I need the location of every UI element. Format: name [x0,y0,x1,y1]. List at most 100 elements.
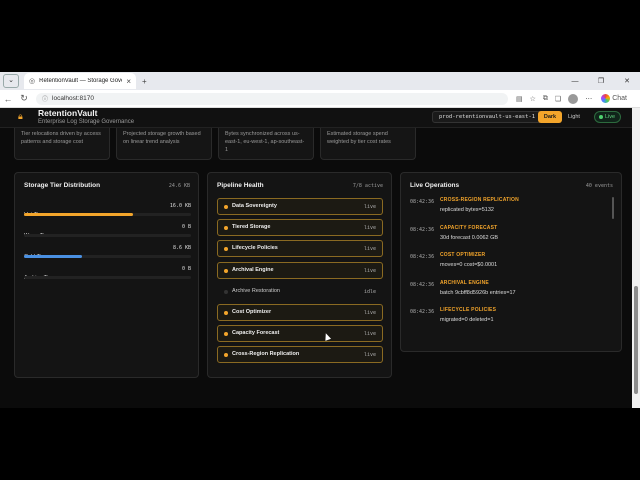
card-title: Storage Tier Distribution [24,182,101,189]
copilot-icon [601,94,611,103]
operation-source: CAPACITY FORECAST [440,224,498,231]
pipeline-item[interactable]: Cross-Region Replication live [217,346,383,364]
window-controls: — ❐ ✕ [562,72,640,90]
favorite-icon[interactable]: ☆ [530,95,536,103]
tier-row: Hot Tier16.0 KB [24,203,191,221]
pipeline-name: Archival Engine [232,266,274,273]
url-text: localhost:8170 [52,95,94,102]
extensions-icon[interactable]: ⧉ [543,95,548,103]
tab-actions-button[interactable]: ⌄ [3,74,19,88]
operation-detail: replicated bytes=5132 [440,207,494,213]
tab-bar: ⌄ ◎ RetentionVault — Storage Governa × +… [0,72,640,90]
pipeline-status: live [363,331,376,338]
back-icon[interactable]: ← [0,94,16,104]
operation-detail: moves=0 cost=$0.0001 [440,262,498,268]
browser-tab[interactable]: ◎ RetentionVault — Storage Governa × [24,73,136,89]
pipeline-health-card: Pipeline Health 7/8 active Data Sovereig… [207,172,392,378]
page-scrollbar[interactable] [632,108,640,408]
card-title: Live Operations [410,182,460,189]
operation-detail: migrated=0 deleted=1 [440,317,494,323]
tier-size: 0 B [181,224,191,230]
pipeline-status: live [363,246,376,253]
pipeline-summary: 7/8 active [352,183,383,189]
pipeline-name: Data Sovereignty [232,203,277,209]
pipeline-status: live [363,310,376,316]
url-field[interactable]: ⓘ localhost:8170 [36,92,508,105]
site-info-icon[interactable]: ⓘ [42,94,48,103]
pipeline-item[interactable]: Cost Optimizer live [217,304,383,321]
pipeline-status: idle [363,288,376,295]
status-dot-icon [224,205,228,209]
pipeline-item[interactable]: Lifecycle Policies live [217,240,383,258]
pipeline-status: live [363,352,376,359]
address-bar: ← ↻ ⓘ localhost:8170 ▤ ☆ ⧉ ❏ ⋯ Chat [0,90,640,108]
tier-bar [24,213,191,216]
live-operations-card: Live Operations 40 events 08:42:36 CROSS-… [400,172,622,352]
minimize-icon[interactable]: — [562,78,588,85]
theme-dark-button[interactable]: Dark [538,111,562,123]
stat-card: Tier relocations driven by access patter… [14,128,110,160]
pipeline-item[interactable]: Archive Restoration idle [217,283,383,300]
pipeline-name: Cost Optimizer [232,309,272,315]
operation-detail: batch 9cbff8d5926b entries=17 [440,289,516,296]
close-window-icon[interactable]: ✕ [614,77,640,85]
tier-row: Cold Tier8.6 KB [24,245,191,263]
app-viewport: 🔒︎ RetentionVault Enterprise Log Storage… [0,108,632,408]
chat-label: Chat [612,95,627,102]
operations-feed[interactable]: 08:42:36 CROSS-REGION REPLICATION replicat… [410,197,610,331]
operation-source: ARCHIVAL ENGINE [440,279,489,286]
pipeline-item[interactable]: Data Sovereignty live [217,198,383,215]
operation-time: 08:42:36 [410,281,435,288]
chat-button[interactable]: Chat [601,94,627,103]
operation-source: COST OPTIMIZER [440,252,486,258]
tier-bar [24,255,191,258]
scrollbar-thumb[interactable] [634,286,638,394]
stat-description: Projected storage growth based on linear… [123,131,201,145]
stat-card: Estimated storage spend weighted by tier… [320,128,416,160]
card-title: Pipeline Health [217,182,264,189]
pipeline-name: Lifecycle Policies [232,245,278,252]
pipeline-name: Capacity Forecast [232,330,280,337]
maximize-icon[interactable]: ❐ [588,77,614,85]
brand-title: RetentionVault [38,108,98,118]
pipeline-name: Cross-Region Replication [232,351,300,358]
new-tab-button[interactable]: + [142,77,147,86]
live-status-badge: Live [594,111,621,123]
reload-icon[interactable]: ↻ [16,93,32,104]
live-label: Live [605,114,616,120]
feed-scrollbar[interactable] [612,197,614,219]
status-dot-icon [224,311,228,315]
theme-light-button[interactable]: Light [563,111,585,123]
pipeline-item[interactable]: Tiered Storage live [217,219,383,237]
stat-description: Tier relocations driven by access patter… [21,131,101,145]
operation-time: 08:42:36 [410,226,435,233]
collections-icon[interactable]: ❏ [555,95,561,103]
status-dot-icon [224,289,228,294]
more-icon[interactable]: ⋯ [585,95,592,103]
operation-time: 08:42:36 [410,309,435,315]
stat-card: Bytes synchronized across us-east-1, eu-… [218,128,314,160]
globe-icon: ◎ [29,78,36,85]
tier-row: Warm Tier0 B [24,224,191,242]
tier-bar-fill [24,213,133,216]
tier-bar-fill [24,255,83,258]
close-tab-icon[interactable]: × [126,77,131,86]
storage-tier-card: Storage Tier Distribution 24.6 KB Hot Ti… [14,172,199,378]
operation-source: CROSS-REGION REPLICATION [440,197,519,203]
tier-bar [24,276,191,279]
pipeline-item[interactable]: Archival Engine live [217,261,383,279]
browser-toolbar: ▤ ☆ ⧉ ❏ ⋯ Chat [516,93,627,104]
environment-badge: prod-retentionvault-us-east-1 [432,111,543,123]
pipeline-item[interactable]: Capacity Forecast live [217,325,383,343]
pipeline-name: Archive Restoration [232,287,280,294]
operation-time: 08:42:36 [410,254,435,260]
profile-avatar[interactable] [568,93,579,104]
lock-icon: 🔒︎ [18,111,23,121]
status-dot-icon [224,247,228,252]
reader-icon[interactable]: ▤ [516,95,523,103]
status-dot-icon [224,353,228,358]
status-dot-icon [224,332,228,337]
status-dot-icon [224,226,228,231]
tier-size: 16.0 KB [169,203,191,209]
stat-description: Estimated storage spend weighted by tier… [327,131,391,145]
